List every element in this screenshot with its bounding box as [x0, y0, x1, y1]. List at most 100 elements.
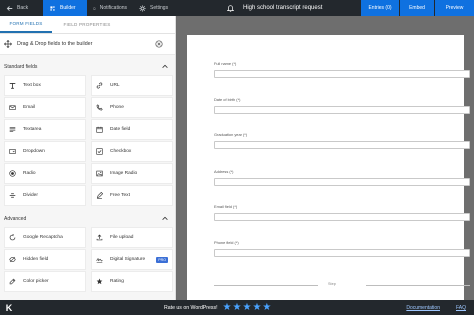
drag-drop-hint: Drag & Drop fields to the builder	[0, 34, 175, 55]
field-label: Address (*)	[214, 169, 234, 174]
builder-label: Builder	[60, 5, 76, 11]
settings-tab[interactable]: Settings	[133, 0, 181, 16]
field-label: Digital Signature	[110, 257, 146, 262]
brand-logo: K	[5, 302, 13, 313]
field-label: Rating	[110, 279, 124, 284]
phone-icon	[96, 104, 103, 111]
pro-badge: PRO	[156, 257, 168, 263]
standard-fields-grid: Text box URL Email Phone Textarea Date f…	[0, 75, 175, 206]
form-field-full-name[interactable]: Full name (*)	[214, 61, 470, 78]
field-date[interactable]: Date field	[91, 119, 173, 140]
field-label: Phone	[110, 105, 124, 110]
notifications-tab[interactable]: Notifications	[87, 0, 133, 16]
field-color-picker[interactable]: Color picker	[4, 271, 86, 292]
notifications-label: Notifications	[99, 5, 127, 11]
field-google-recaptcha[interactable]: Google Recaptcha	[4, 227, 86, 248]
field-textarea[interactable]: Textarea	[4, 119, 86, 140]
field-divider[interactable]: Divider	[4, 185, 86, 206]
field-label: Text box	[23, 83, 41, 88]
faq-link[interactable]: FAQ	[456, 305, 466, 311]
entries-button[interactable]: Entries (0)	[361, 0, 399, 16]
back-button[interactable]: Back	[0, 0, 43, 16]
back-label: Back	[17, 5, 29, 11]
tab-field-properties[interactable]: FIELD PROPERTIES	[52, 16, 122, 33]
field-label: Dropdown	[23, 149, 45, 154]
footer-bar: K Rate us on WordPress! ★ ★ ★ ★ ★ Docume…	[0, 300, 474, 315]
field-label: Image Radio	[110, 171, 138, 176]
field-checkbox[interactable]: Checkbox	[91, 141, 173, 162]
step-label: Step	[325, 282, 339, 286]
field-label: Phone field (*)	[214, 240, 239, 245]
field-label: Checkbox	[110, 149, 132, 154]
star-icon[interactable]: ★	[262, 302, 271, 313]
free-text-icon	[96, 192, 103, 199]
star-icon	[96, 278, 103, 285]
documentation-link[interactable]: Documentation	[406, 305, 440, 311]
rating-stars[interactable]: ★ ★ ★ ★ ★	[223, 302, 273, 313]
email-icon	[9, 105, 16, 110]
field-label: Date of birth (*)	[214, 97, 241, 102]
full-name-input[interactable]	[214, 70, 470, 78]
field-url[interactable]: URL	[91, 75, 173, 96]
form-field-date-of-birth[interactable]: Date of birth (*)	[214, 97, 470, 114]
phone-input[interactable]	[214, 249, 470, 257]
panel-tabs: FORM FIELDS FIELD PROPERTIES	[0, 16, 175, 34]
field-file-upload[interactable]: File upload	[91, 227, 173, 248]
footer-links: Documentation FAQ	[390, 305, 466, 311]
form-field-graduation-year[interactable]: Graduation year (*)	[214, 132, 470, 149]
field-label: Google Recaptcha	[23, 235, 63, 240]
arrow-left-icon	[6, 5, 13, 11]
divider-icon	[9, 193, 16, 198]
close-circle-icon[interactable]	[155, 40, 163, 48]
builder-icon	[50, 5, 55, 11]
star-icon[interactable]: ★	[252, 302, 261, 313]
image-radio-icon	[96, 170, 103, 177]
star-icon[interactable]: ★	[242, 302, 251, 313]
gear-icon	[139, 4, 146, 12]
hidden-icon	[9, 256, 16, 263]
form-field-address[interactable]: Address (*)	[214, 169, 470, 186]
chevron-up-icon	[162, 64, 168, 68]
field-dropdown[interactable]: Dropdown	[4, 141, 86, 162]
field-rating[interactable]: Rating	[91, 271, 173, 292]
form-title[interactable]: High school transcript request	[239, 0, 361, 16]
star-icon[interactable]: ★	[233, 302, 242, 313]
field-email[interactable]: Email	[4, 97, 86, 118]
builder-canvas: Full name (*) Date of birth (*) Graduati…	[177, 16, 474, 300]
field-radio[interactable]: Radio	[4, 163, 86, 184]
advanced-fields-title: Advanced	[4, 215, 27, 222]
text-box-icon	[9, 82, 16, 89]
preview-button[interactable]: Preview	[435, 0, 474, 16]
textarea-icon	[9, 127, 16, 132]
field-label: Color picker	[23, 279, 49, 284]
field-phone[interactable]: Phone	[91, 97, 173, 118]
recaptcha-icon	[9, 234, 16, 241]
field-free-text[interactable]: Free Text	[91, 185, 173, 206]
address-input[interactable]	[214, 178, 470, 186]
radio-icon	[9, 170, 16, 177]
field-image-radio[interactable]: Image Radio	[91, 163, 173, 184]
advanced-fields-header[interactable]: Advanced	[0, 210, 175, 227]
field-text-box[interactable]: Text box	[4, 75, 86, 96]
form-field-email[interactable]: Email field (*)	[214, 204, 470, 221]
form-field-phone[interactable]: Phone field (*)	[214, 240, 470, 257]
tab-form-fields[interactable]: FORM FIELDS	[0, 16, 52, 33]
checkbox-icon	[96, 148, 103, 155]
email-input[interactable]	[214, 213, 470, 221]
builder-tab[interactable]: Builder	[43, 0, 87, 16]
field-label: Divider	[23, 193, 38, 198]
field-label: Textarea	[23, 127, 42, 132]
graduation-year-input[interactable]	[214, 141, 470, 149]
embed-button[interactable]: Embed	[400, 0, 434, 16]
field-label: Graduation year (*)	[214, 132, 248, 137]
form-notification-button[interactable]	[221, 0, 239, 16]
date-of-birth-input[interactable]	[214, 106, 470, 114]
field-label: Full name (*)	[214, 61, 237, 66]
bell-icon	[226, 4, 234, 12]
field-hidden[interactable]: Hidden field	[4, 249, 86, 270]
standard-fields-header[interactable]: Standard fields	[0, 58, 175, 75]
star-icon[interactable]: ★	[223, 302, 232, 313]
calendar-icon	[96, 126, 103, 133]
step-divider	[214, 285, 470, 286]
field-digital-signature[interactable]: Digital Signature PRO	[91, 249, 173, 270]
